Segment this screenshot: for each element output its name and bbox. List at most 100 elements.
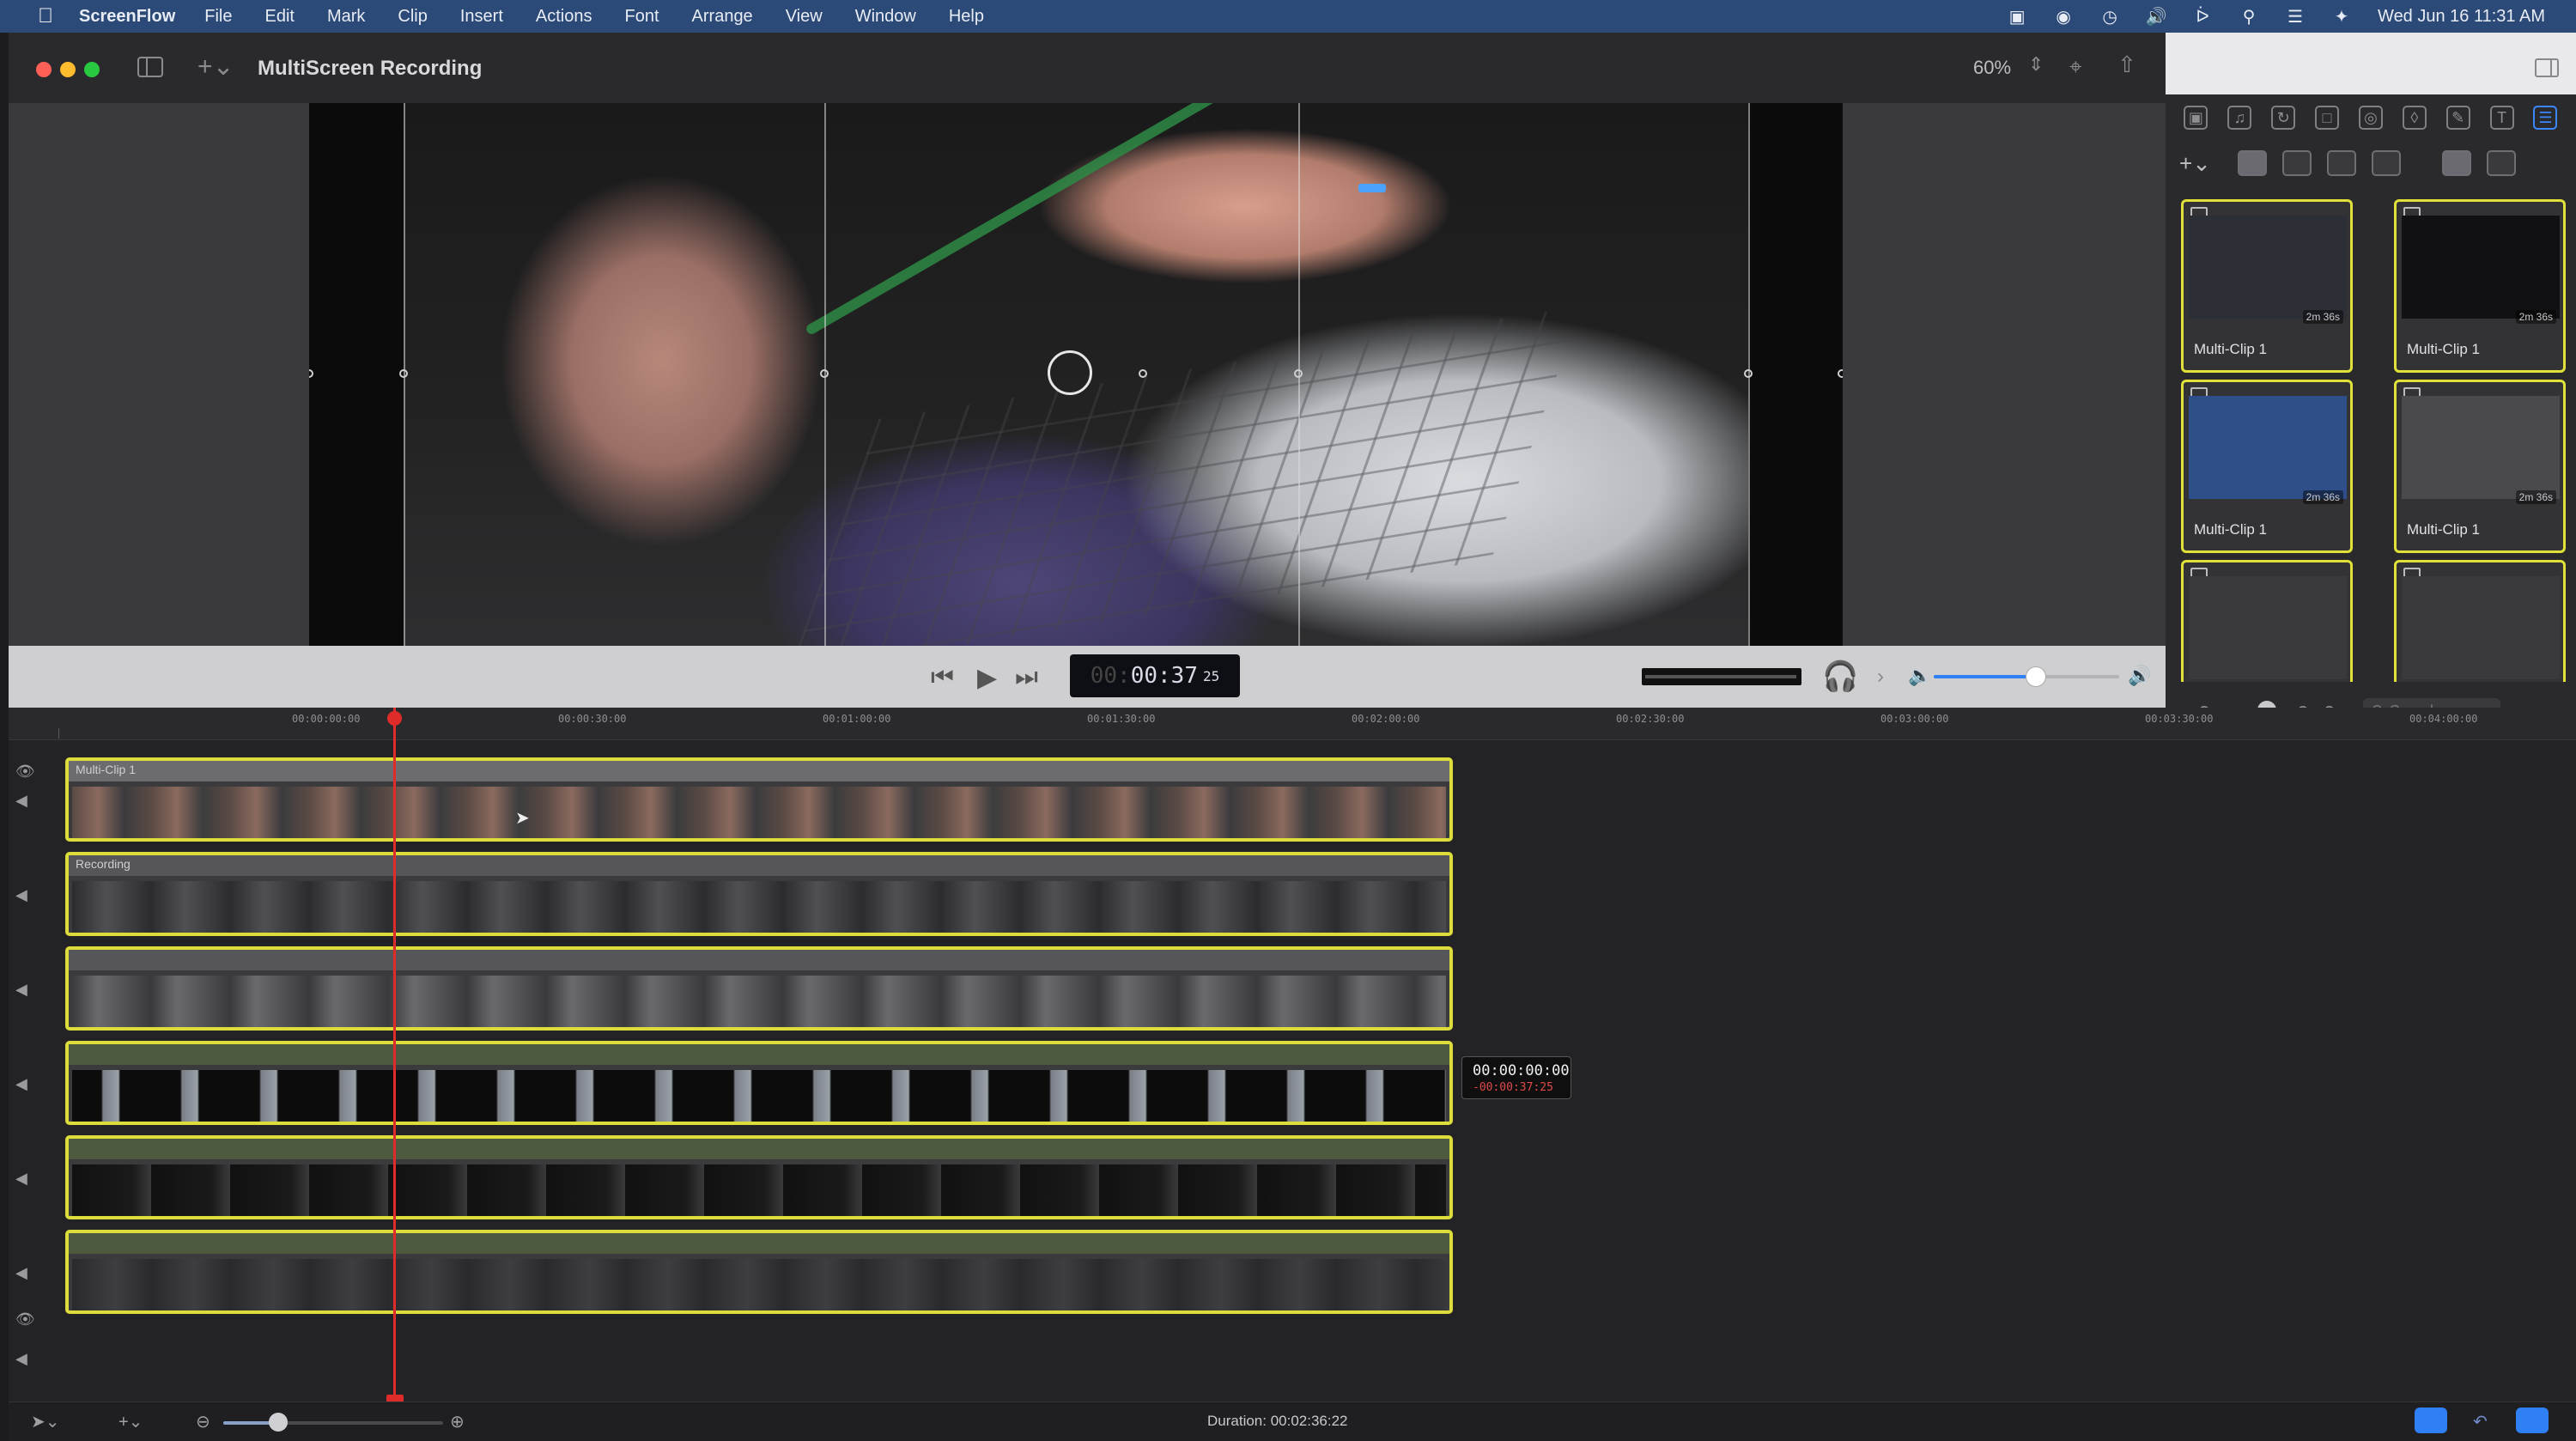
fullscreen-window-button[interactable] [84, 62, 100, 77]
speaker-icon[interactable]: ◀ [15, 1075, 27, 1093]
timecode-display[interactable]: 00: 00:37 25 [1070, 654, 1240, 697]
menu-clip[interactable]: Clip [398, 7, 427, 27]
timeline-clip[interactable]: Multi-Clip 1 [65, 757, 1453, 842]
library-thumbnail[interactable]: 2m 36s Multi-Clip 1 [2181, 199, 2353, 373]
playhead[interactable] [393, 708, 396, 1403]
zoom-stepper-icon[interactable]: ⇕ [2028, 53, 2044, 76]
canvas-area[interactable] [9, 103, 2166, 646]
menu-actions[interactable]: Actions [536, 7, 592, 27]
resize-handle-left[interactable] [399, 369, 408, 378]
crop-icon[interactable]: ⌖ [2069, 53, 2095, 79]
library-thumbnail[interactable] [2394, 560, 2566, 682]
list-view-icon[interactable] [2487, 150, 2516, 176]
menu-view[interactable]: View [786, 7, 823, 27]
playhead-handle[interactable] [387, 711, 402, 726]
speaker-icon[interactable]: ◀ [15, 981, 27, 999]
speaker-icon[interactable]: ◀ [15, 886, 27, 904]
menu-font[interactable]: Font [625, 7, 659, 27]
screen-recording-icon[interactable]: □ [2315, 106, 2340, 130]
media-library-icon[interactable]: ☰ [2533, 106, 2558, 130]
callout-icon[interactable]: ◎ [2358, 106, 2383, 130]
library-filter-document[interactable] [2238, 150, 2267, 176]
screen-record-icon[interactable]: ▣ [2007, 7, 2027, 27]
menu-mark[interactable]: Mark [327, 7, 365, 27]
grid-view-icon[interactable] [2442, 150, 2471, 176]
timeline-zoom-out-icon[interactable]: ⊖ [196, 1411, 210, 1432]
timeline-zoom-in-icon[interactable]: ⊕ [450, 1411, 465, 1432]
library-thumbnail[interactable]: 2m 36s Multi-Clip 1 [2181, 380, 2353, 553]
siri-icon[interactable]: ✦ [2331, 7, 2352, 27]
speaker-icon[interactable]: ◀ [15, 792, 27, 810]
track-matte-button[interactable] [2516, 1408, 2549, 1433]
chevron-right-icon[interactable]: › [1877, 665, 1884, 689]
timeline-zoom-knob[interactable] [269, 1413, 288, 1432]
speaker-icon[interactable]: ◀ [15, 1350, 27, 1368]
sidebar-toggle-icon[interactable] [137, 57, 163, 77]
menu-edit[interactable]: Edit [265, 7, 295, 27]
control-center-icon[interactable]: ☰ [2285, 7, 2306, 27]
timeline[interactable]: 00:00:00:00 00:00:30:00 00:01:00:00 00:0… [9, 708, 2576, 1439]
audio-properties-icon[interactable]: ♫ [2227, 106, 2252, 130]
menu-help[interactable]: Help [949, 7, 984, 27]
track-controls: 👁 ◀ [15, 740, 53, 835]
rewind-icon[interactable]: ⏮ [931, 663, 954, 692]
menu-window[interactable]: Window [855, 7, 916, 27]
resize-handle-mid-left[interactable] [820, 369, 829, 378]
inspector-toggle-icon[interactable] [2535, 58, 2559, 77]
eye-icon[interactable]: 👁 [15, 1310, 35, 1329]
eye-icon[interactable]: 👁 [15, 763, 35, 781]
menubar-clock[interactable]: Wed Jun 16 11:31 AM [2378, 7, 2545, 27]
bluetooth-icon[interactable]: ᐆ [2192, 7, 2213, 27]
close-window-button[interactable] [36, 62, 52, 77]
text-icon[interactable]: T [2489, 106, 2514, 130]
library-filter-media[interactable] [2327, 150, 2356, 176]
clip-filmstrip [72, 976, 1446, 1027]
library-filter-stock[interactable] [2372, 150, 2401, 176]
pointer-tool-icon[interactable]: ➤⌄ [31, 1411, 60, 1432]
snap-toggle-button[interactable] [2415, 1408, 2447, 1433]
timeline-clip[interactable] [65, 1041, 1453, 1125]
library-thumbnail[interactable]: 2m 36s Multi-Clip 1 [2394, 199, 2566, 373]
timeline-clip[interactable]: Recording [65, 852, 1453, 936]
library-filter-audio[interactable] [2282, 150, 2312, 176]
speaker-icon[interactable]: ◀ [15, 1170, 27, 1188]
resize-handle-center[interactable] [1139, 369, 1147, 378]
screenflow-helper-icon[interactable]: ◉ [2053, 7, 2074, 27]
video-properties-icon[interactable]: ▣ [2184, 106, 2208, 130]
timeline-clip[interactable] [65, 946, 1453, 1031]
apple-menu-icon[interactable]:  [34, 5, 57, 27]
share-icon[interactable]: ⇧ [2117, 52, 2143, 77]
fast-forward-icon[interactable]: ⏭ [1015, 663, 1038, 692]
minimize-window-button[interactable] [60, 62, 76, 77]
add-to-library-icon[interactable]: +⌄ [2179, 150, 2222, 177]
speaker-icon[interactable]: ◀ [15, 1264, 27, 1282]
video-preview[interactable] [309, 103, 1843, 646]
add-track-icon[interactable]: +⌄ [118, 1411, 143, 1432]
thumbnail-image [2402, 576, 2560, 679]
resize-handle-outer-right[interactable] [1838, 369, 1843, 378]
menu-insert[interactable]: Insert [460, 7, 503, 27]
volume-slider-knob[interactable] [2025, 666, 2046, 687]
spotlight-icon[interactable]: ⚲ [2239, 7, 2259, 27]
resize-handle-right[interactable] [1744, 369, 1753, 378]
transform-anchor-ring[interactable] [1048, 350, 1092, 395]
annotations-icon[interactable]: ◊ [2402, 106, 2427, 130]
canvas-zoom-level[interactable]: 60% [1973, 57, 2011, 79]
play-icon[interactable]: ▶ [977, 663, 997, 693]
timeline-clip[interactable] [65, 1230, 1453, 1314]
headphones-icon[interactable]: 🎧 [1822, 660, 1858, 694]
time-machine-icon[interactable]: ◷ [2099, 7, 2120, 27]
library-thumbnail[interactable] [2181, 560, 2353, 682]
menu-file[interactable]: File [204, 7, 232, 27]
resize-handle-outer-left[interactable] [309, 369, 313, 378]
timeline-clip[interactable] [65, 1135, 1453, 1219]
library-thumbnail[interactable]: 2m 36s Multi-Clip 1 [2394, 380, 2566, 553]
volume-icon[interactable]: 🔊 [2146, 7, 2167, 27]
ripple-icon[interactable]: ↶ [2473, 1411, 2488, 1432]
video-motion-icon[interactable]: ↻ [2271, 106, 2296, 130]
menu-arrange[interactable]: Arrange [692, 7, 753, 27]
resize-handle-mid-right[interactable] [1294, 369, 1303, 378]
add-media-icon[interactable]: +⌄ [197, 52, 234, 82]
menu-app-name[interactable]: ScreenFlow [79, 7, 175, 27]
touch-callout-icon[interactable]: ✎ [2445, 106, 2470, 130]
